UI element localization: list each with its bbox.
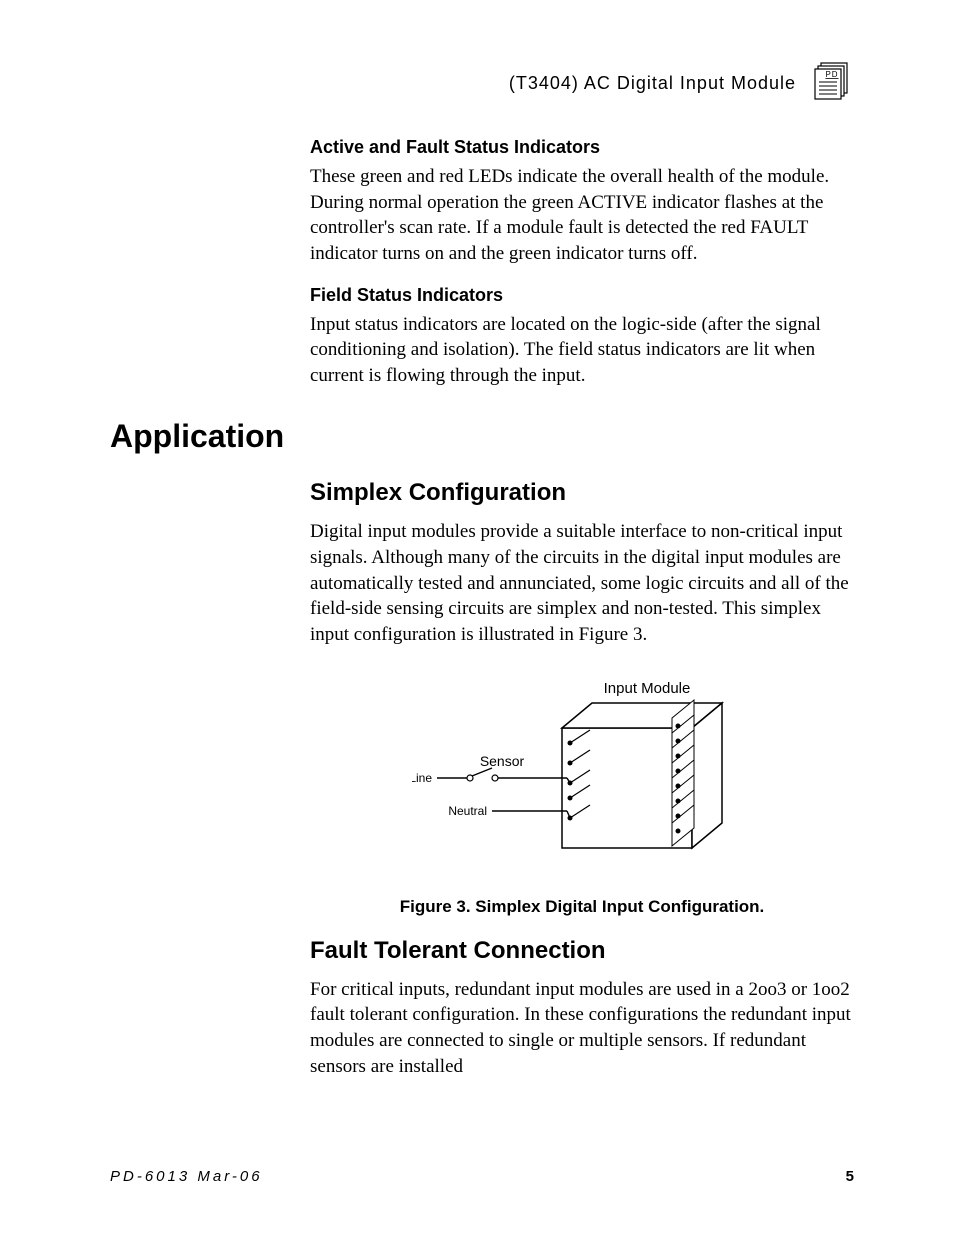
text-simplex: Digital input modules provide a suitable… [310, 519, 854, 647]
page-container: (T3404) AC Digital Input Module PD Activ… [0, 0, 954, 1235]
pd-stack-icon: PD [812, 60, 854, 107]
svg-text:Sensor: Sensor [480, 753, 525, 769]
heading-simplex: Simplex Configuration [310, 479, 854, 507]
text-fault-tolerant: For critical inputs, redundant input mod… [310, 977, 854, 1080]
heading-fault-tolerant: Fault Tolerant Connection [310, 937, 854, 965]
header-title: (T3404) AC Digital Input Module [509, 73, 796, 94]
svg-text:PD: PD [825, 70, 838, 79]
footer-page-number: 5 [846, 1168, 854, 1185]
page-header: (T3404) AC Digital Input Module PD [110, 60, 854, 107]
text-field-status: Input status indicators are located on t… [310, 312, 854, 389]
heading-active-fault: Active and Fault Status Indicators [310, 137, 854, 158]
figure-3-caption: Figure 3. Simplex Digital Input Configur… [310, 897, 854, 917]
text-active-fault: These green and red LEDs indicate the ov… [310, 164, 854, 267]
heading-field-status: Field Status Indicators [310, 285, 854, 306]
page-footer: PD-6013 Mar-06 5 [110, 1168, 854, 1185]
svg-text:Input Module: Input Module [604, 680, 691, 697]
simplex-diagram-svg: Input Module [412, 678, 752, 868]
svg-text:Line: Line [412, 771, 432, 785]
application-content: Simplex Configuration Digital input modu… [310, 479, 854, 1079]
content-indent: Active and Fault Status Indicators These… [310, 137, 854, 388]
figure-3: Input Module [310, 678, 854, 873]
svg-text:Neutral: Neutral [448, 804, 487, 818]
heading-application: Application [110, 418, 854, 455]
footer-doc-id: PD-6013 Mar-06 [110, 1168, 263, 1185]
